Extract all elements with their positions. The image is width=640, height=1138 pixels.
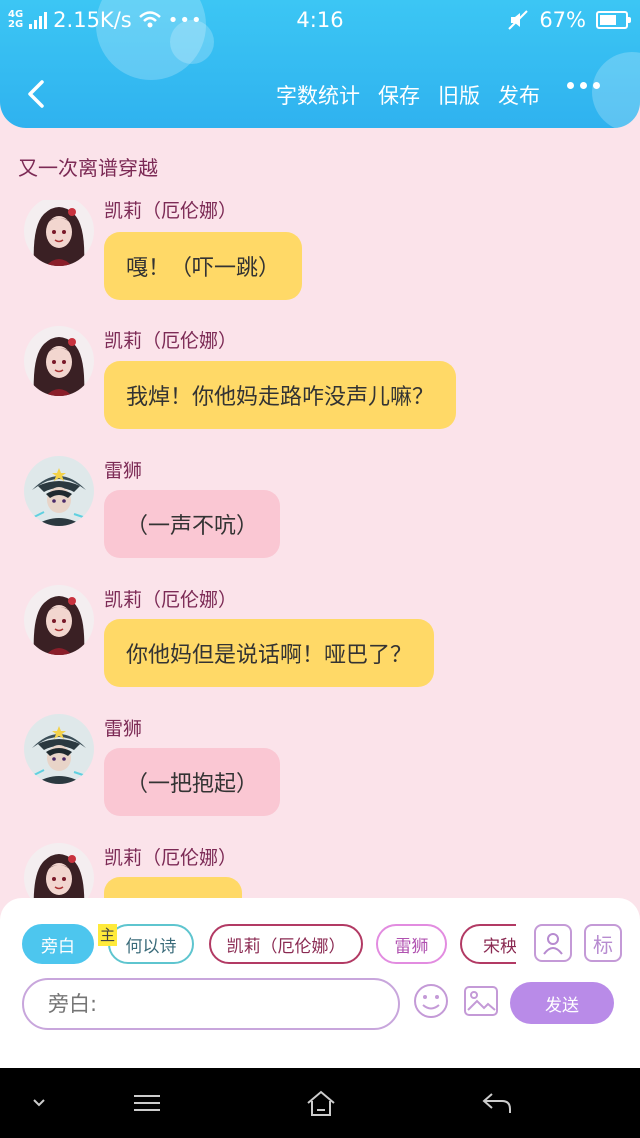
story-title: 又一次离谱穿越 [18, 156, 158, 180]
battery-fill [600, 15, 617, 25]
chevron-down-icon[interactable] [22, 1088, 56, 1118]
word-count-button[interactable]: 字数统计 [276, 80, 360, 110]
message-input[interactable] [22, 978, 400, 1030]
battery-icon [596, 11, 631, 29]
main-character-tag: 主 [98, 924, 118, 946]
chat-message: 雷狮 （一声不吭） [0, 456, 640, 566]
sender-name: 凯莉（厄伦娜） [104, 200, 238, 222]
sender-name: 雷狮 [104, 460, 143, 482]
chat-list[interactable]: 凯莉（厄伦娜） 嘎！（吓一跳） 凯莉（厄伦娜） 我焯！你他妈走路咋没声儿嘛？ 雷… [0, 200, 640, 900]
message-bubble[interactable]: （一声不吭） [104, 490, 281, 558]
mute-icon [508, 10, 529, 30]
character-chip-clip: 宋秧 [460, 924, 516, 964]
chat-message: 凯莉（厄伦娜） 你他妈但是说话啊！哑巴了？ [0, 585, 640, 695]
label-icon[interactable]: 标 [584, 924, 622, 962]
toolbar: 字数统计 保存 旧版 发布 [0, 70, 640, 120]
avatar-kelly[interactable] [24, 200, 94, 266]
app-header: 4G 2G 2.15K/s ••• 4:16 67% 字数统计 保存 旧版 发布 [0, 0, 640, 128]
person-icon [543, 933, 563, 955]
character-chip-songyang[interactable]: 宋秧 [460, 924, 516, 964]
message-bubble[interactable] [104, 877, 242, 900]
message-bubble[interactable]: 我焯！你他妈走路咋没声儿嘛？ [104, 361, 457, 429]
publish-button[interactable]: 发布 [498, 80, 540, 110]
menu-icon[interactable] [130, 1088, 164, 1118]
avatar-kelly[interactable] [24, 326, 94, 396]
message-bubble[interactable]: 你他妈但是说话啊！哑巴了？ [104, 619, 435, 687]
avatar-kelly[interactable] [24, 843, 94, 900]
system-nav-bar [0, 1068, 640, 1138]
character-chip-kelly[interactable]: 凯莉（厄伦娜） [209, 924, 363, 964]
sender-name: 雷狮 [104, 718, 143, 740]
character-chip-narration[interactable]: 旁白 [22, 924, 94, 964]
avatar-leishi[interactable] [24, 456, 94, 526]
avatar-kelly[interactable] [24, 585, 94, 655]
character-chip-heyishi[interactable]: 何以诗 [108, 924, 194, 964]
message-bubble[interactable]: 嘎！（吓一跳） [104, 232, 303, 300]
home-icon[interactable] [304, 1088, 338, 1118]
save-button[interactable]: 保存 [378, 80, 420, 110]
status-bar: 4G 2G 2.15K/s ••• 4:16 67% [0, 8, 640, 40]
back-icon[interactable] [20, 76, 56, 112]
back-nav-icon[interactable] [480, 1088, 514, 1118]
message-bubble[interactable]: （一把抱起） [104, 748, 281, 816]
more-menu-icon[interactable] [567, 82, 600, 89]
avatar-leishi[interactable] [24, 714, 94, 784]
chat-message: 凯莉（厄伦娜） [0, 843, 640, 900]
emoji-icon[interactable] [412, 982, 450, 1020]
sender-name: 凯莉（厄伦娜） [104, 847, 238, 869]
send-button[interactable]: 发送 [510, 982, 614, 1024]
battery-percent: 67% [539, 8, 586, 32]
chat-message: 凯莉（厄伦娜） 我焯！你他妈走路咋没声儿嘛？ [0, 326, 640, 436]
input-panel: 旁白 何以诗 凯莉（厄伦娜） 雷狮 宋秧 标 发送 [0, 898, 640, 1068]
old-version-button[interactable]: 旧版 [438, 80, 480, 110]
chat-message: 凯莉（厄伦娜） 嘎！（吓一跳） [0, 200, 640, 306]
sender-name: 凯莉（厄伦娜） [104, 589, 238, 611]
character-manage-icon[interactable] [534, 924, 572, 962]
character-chip-leishi[interactable]: 雷狮 [376, 924, 447, 964]
sender-name: 凯莉（厄伦娜） [104, 330, 238, 352]
image-icon[interactable] [462, 982, 500, 1020]
chat-message: 雷狮 （一把抱起） [0, 714, 640, 824]
